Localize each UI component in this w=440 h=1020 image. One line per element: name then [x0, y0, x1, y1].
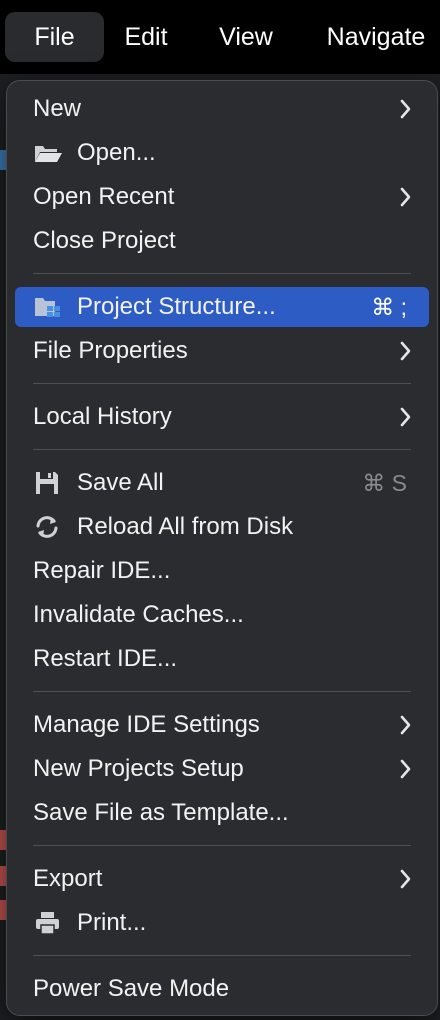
menu-separator [33, 383, 411, 384]
menu-item-restart-ide[interactable]: Restart IDE... [15, 639, 429, 679]
chevron-right-icon [400, 99, 411, 119]
menu-item-close-project[interactable]: Close Project [15, 221, 429, 261]
menu-item-label: Repair IDE... [33, 557, 171, 584]
menu-item-new[interactable]: New [15, 89, 429, 129]
menubar-view[interactable]: View [204, 12, 288, 62]
menu-item-label: Power Save Mode [33, 975, 230, 1002]
save-icon [36, 472, 58, 494]
menu-item-repair-ide[interactable]: Repair IDE... [15, 551, 429, 591]
chevron-right-icon [400, 759, 411, 779]
menu-item-label: Open Recent [33, 183, 175, 210]
project-structure-icon [35, 298, 60, 317]
menu-item-export[interactable]: Export [15, 859, 429, 899]
menu-item-label: Open... [77, 139, 156, 166]
menu-separator [33, 691, 411, 692]
printer-icon [36, 912, 59, 935]
menu-item-label: Print... [77, 909, 147, 936]
menu-item-label: New [33, 95, 82, 122]
reload-icon [36, 516, 58, 538]
menu-item-label: Save All [77, 469, 164, 496]
menu-item-label: Close Project [33, 227, 176, 254]
menu-item-label: Local History [33, 403, 172, 430]
menu-item-label: Restart IDE... [33, 645, 178, 672]
menu-item-local-history[interactable]: Local History [15, 397, 429, 437]
menu-item-save-file-as-template[interactable]: Save File as Template... [15, 793, 429, 833]
menu-item-reload-all[interactable]: Reload All from Disk [15, 507, 429, 547]
menu-separator [33, 955, 411, 956]
menu-item-shortcut: ⌘ S [362, 470, 407, 496]
chevron-right-icon [400, 341, 411, 361]
file-menu-dropdown: New Open... Open Recent Close Project Pr… [6, 80, 438, 1016]
menu-item-save-all[interactable]: Save All ⌘ S [15, 463, 429, 503]
menu-item-label: Invalidate Caches... [33, 601, 244, 628]
menu-item-label: New Projects Setup [33, 755, 244, 782]
menu-item-power-save-mode[interactable]: Power Save Mode [15, 969, 429, 1009]
menubar-navigate[interactable]: Navigate [316, 12, 436, 62]
chevron-right-icon [400, 187, 411, 207]
menu-bar: File Edit View Navigate [0, 0, 440, 74]
menu-item-file-properties[interactable]: File Properties [15, 331, 429, 371]
menu-item-open-recent[interactable]: Open Recent [15, 177, 429, 217]
menu-item-manage-ide-settings[interactable]: Manage IDE Settings [15, 705, 429, 745]
chevron-right-icon [400, 407, 411, 427]
menu-item-label: Project Structure... [77, 293, 276, 320]
menubar-file[interactable]: File [5, 12, 104, 62]
chevron-right-icon [400, 715, 411, 735]
menu-item-open[interactable]: Open... [15, 133, 429, 173]
menu-item-label: Reload All from Disk [77, 513, 294, 540]
menu-item-print[interactable]: Print... [15, 903, 429, 943]
menu-item-label: File Properties [33, 337, 188, 364]
menu-separator [33, 845, 411, 846]
menu-separator [33, 449, 411, 450]
menubar-edit[interactable]: Edit [108, 12, 184, 62]
menu-item-label: Export [33, 865, 103, 892]
menu-item-project-structure[interactable]: Project Structure... ⌘ ; [15, 287, 429, 327]
menu-item-invalidate-caches[interactable]: Invalidate Caches... [15, 595, 429, 635]
menu-item-label: Save File as Template... [33, 799, 289, 826]
menu-item-new-projects-setup[interactable]: New Projects Setup [15, 749, 429, 789]
menu-item-shortcut: ⌘ ; [371, 294, 407, 320]
chevron-right-icon [400, 869, 411, 889]
menu-item-label: Manage IDE Settings [33, 711, 260, 738]
menu-separator [33, 273, 411, 274]
folder-open-icon [35, 146, 62, 162]
